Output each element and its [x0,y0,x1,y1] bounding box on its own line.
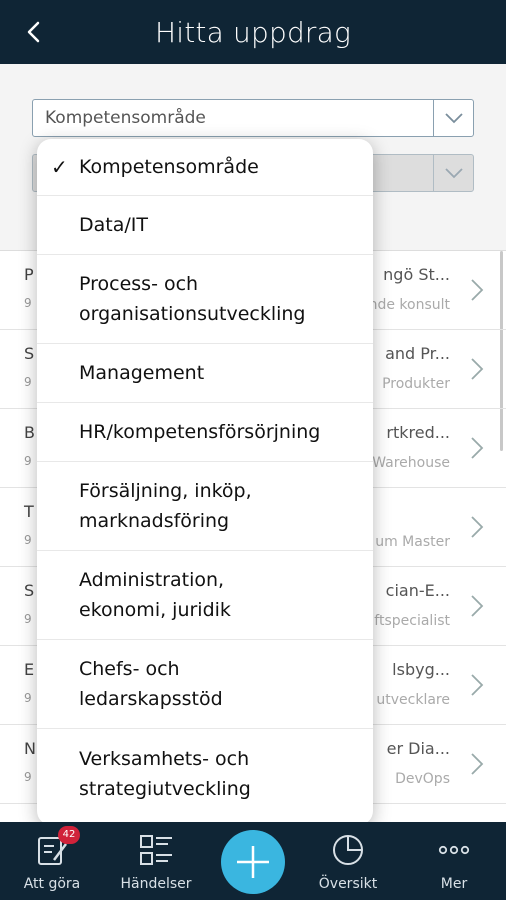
todo-badge: 42 [58,826,80,844]
option-label: Kompetensområde [79,156,259,178]
item-title: and Pr... [385,344,450,363]
item-role: utvecklare [376,692,450,708]
item-sub-start: 9 [24,454,32,468]
add-button[interactable] [221,830,285,894]
item-sub-start: 9 [24,770,32,784]
dropdown-option-leadership[interactable]: Chefs- och ledarskapsstöd [37,640,373,729]
option-label: Management [79,362,205,384]
top-bar: Hitta uppdrag [0,0,506,64]
item-role: DevOps [395,771,450,787]
item-title: lsbyg... [392,660,450,679]
option-label: Administration, ekonomi, juridik [79,569,231,621]
tab-overview-label: Översikt [318,876,378,892]
tab-events[interactable]: Händelser [106,822,206,900]
chevron-right-icon [471,437,484,459]
dropdown-option-strategy[interactable]: Verksamhets- och strategiutveckling [37,729,373,818]
competence-area-select[interactable]: Kompetensområde [32,99,474,137]
item-title-start: T [24,502,34,521]
chevron-right-icon [471,753,484,775]
option-label: Verksamhets- och strategiutveckling [79,747,251,800]
item-role: nde konsult [368,297,450,313]
bottom-tab-bar: 42 Att göra Händelser Översikt Mer [0,822,506,900]
dropdown-option-kompetensomrade[interactable]: ✓ Kompetensområde [37,139,373,196]
dropdown-option-management[interactable]: Management [37,344,373,403]
dropdown-option-hr[interactable]: HR/kompetensförsörjning [37,403,373,462]
checkmark-icon: ✓ [51,155,68,179]
item-title-start: P [24,265,34,284]
option-label: Försäljning, inköp, marknadsföring [79,480,252,532]
option-label: Chefs- och ledarskapsstöd [79,658,223,710]
item-title: ngö St... [383,265,450,284]
list-grid-icon [140,835,172,865]
dropdown-option-administration[interactable]: Administration, ekonomi, juridik [37,551,373,640]
item-role: Warehouse [372,455,450,471]
option-label: Data/IT [79,214,148,236]
item-title: er Dia... [386,739,450,758]
competence-area-dropdown: ✓ Kompetensområde Data/IT Process- och o… [37,139,373,825]
dropdown-option-data-it[interactable]: Data/IT [37,196,373,255]
item-title: rtkred... [386,423,450,442]
option-label: Process- och organisationsutveckling [79,273,306,325]
tab-todo[interactable]: 42 Att göra [2,822,102,900]
chevron-right-icon [471,674,484,696]
chevron-right-icon [471,279,484,301]
page-title: Hitta uppdrag [155,15,351,49]
item-sub-start: 9 [24,296,32,310]
item-title-start: N [24,739,36,758]
competence-area-select-value: Kompetensområde [45,108,206,128]
item-sub-start: 9 [24,533,32,547]
chevron-right-icon [471,358,484,380]
item-title-start: S [24,344,35,363]
tab-more-label: Mer [440,876,468,892]
item-title-start: S [24,581,35,600]
item-sub-start: 9 [24,375,32,389]
plus-icon [237,846,269,878]
item-title-start: E [24,660,35,679]
item-sub-start: 9 [24,612,32,626]
tab-overview[interactable]: Översikt [298,822,398,900]
chevron-down-icon [433,155,473,191]
item-title-start: B [24,423,35,442]
dropdown-option-process[interactable]: Process- och organisationsutveckling [37,255,373,344]
dropdown-option-sales[interactable]: Försäljning, inköp, marknadsföring [37,462,373,551]
item-role: um Master [375,534,450,550]
item-role: Produkter [382,376,450,392]
pie-chart-icon [333,835,363,865]
more-dots-icon [438,845,470,855]
chevron-down-icon [433,100,473,136]
tab-events-label: Händelser [120,876,192,892]
tab-todo-label: Att göra [23,876,81,892]
item-title: cian-E... [385,581,450,600]
tab-more[interactable]: Mer [404,822,504,900]
item-sub-start: 9 [24,691,32,705]
chevron-right-icon [471,516,484,538]
back-arrow-icon[interactable] [20,18,48,46]
chevron-right-icon [471,595,484,617]
option-label: HR/kompetensförsörjning [79,421,321,443]
item-role: ftspecialist [374,613,450,629]
